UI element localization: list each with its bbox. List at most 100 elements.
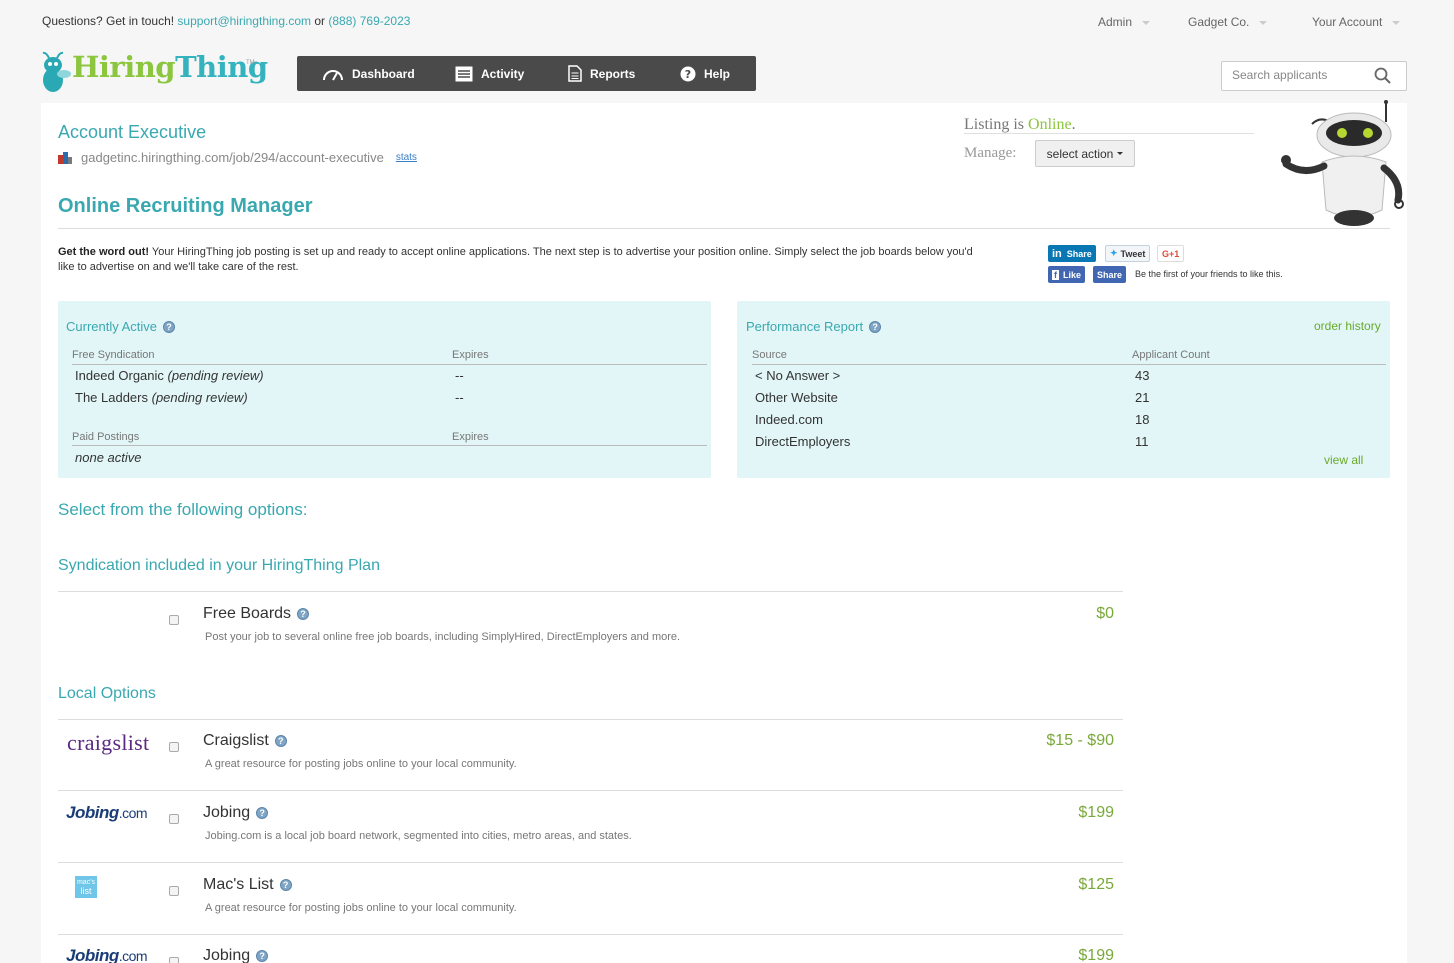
account-menu[interactable]: Your Account xyxy=(1312,15,1401,29)
nav-activity-label: Activity xyxy=(481,66,525,81)
jobing-logo-main: Jobing xyxy=(66,946,119,963)
linkedin-icon: in xyxy=(1052,247,1062,260)
help-icon: ? xyxy=(680,66,696,81)
section-divider xyxy=(58,719,1123,720)
help-icon[interactable]: ? xyxy=(256,807,269,819)
support-phone-link[interactable]: (888) 769-2023 xyxy=(328,14,410,28)
chevron-down-icon xyxy=(1142,20,1151,25)
help-icon[interactable]: ? xyxy=(297,608,310,620)
row-note: (pending review) xyxy=(167,368,264,383)
option-price: $15 - $90 xyxy=(1046,732,1114,749)
view-all-link[interactable]: view all xyxy=(1324,453,1363,467)
google-plus-button[interactable]: G+1 xyxy=(1157,245,1185,262)
row-expires: -- xyxy=(455,390,464,405)
admin-menu-label: Admin xyxy=(1098,15,1133,29)
options-title: Select from the following options: xyxy=(58,500,308,519)
paid-postings-header: Paid Postings xyxy=(72,431,140,443)
nav-help[interactable]: ? Help xyxy=(680,56,730,91)
building-icon xyxy=(58,151,72,164)
craigslist-name: Craigslist xyxy=(203,732,269,749)
bee-mascot-icon xyxy=(42,51,71,92)
logo-trademark: TM xyxy=(246,60,255,66)
jobing-checkbox[interactable] xyxy=(169,957,179,963)
nav-dashboard-label: Dashboard xyxy=(352,66,415,81)
contact-info: Questions? Get in touch! support@hiringt… xyxy=(42,14,410,28)
jobing-logo: Jobing.com xyxy=(66,946,148,963)
help-icon[interactable]: ? xyxy=(256,950,269,962)
order-history-link[interactable]: order history xyxy=(1314,319,1381,333)
twitter-icon: ✦ xyxy=(1110,248,1118,258)
intro-text: Get the word out! Your HiringThing job p… xyxy=(58,245,988,275)
intro-bold: Get the word out! xyxy=(58,246,150,258)
count-cell: 21 xyxy=(1135,390,1150,405)
company-menu[interactable]: Gadget Co. xyxy=(1188,15,1268,29)
facebook-share-button[interactable]: Share xyxy=(1093,266,1127,283)
help-icon[interactable]: ? xyxy=(279,879,292,891)
macs-list-checkbox[interactable] xyxy=(169,886,179,896)
option-name: Jobing? xyxy=(203,947,269,963)
facebook-like-label: Like xyxy=(1063,269,1082,280)
search-input[interactable] xyxy=(1232,68,1372,82)
chevron-down-icon xyxy=(1259,20,1268,25)
source-cell: Other Website xyxy=(755,390,838,405)
logo-thing: Thing xyxy=(175,50,268,84)
job-title[interactable]: Account Executive xyxy=(58,122,206,143)
search-icon[interactable] xyxy=(1374,67,1392,85)
option-desc: A great resource for posting jobs online… xyxy=(205,902,517,914)
orm-divider xyxy=(58,228,1390,229)
row-note: (pending review) xyxy=(151,390,248,405)
help-icon[interactable]: ? xyxy=(274,735,287,747)
account-menu-label: Your Account xyxy=(1312,15,1383,29)
contact-or: or xyxy=(314,14,326,28)
admin-menu[interactable]: Admin xyxy=(1098,15,1151,29)
jobing-checkbox[interactable] xyxy=(169,814,179,824)
nav-activity[interactable]: Activity xyxy=(455,56,524,91)
section-divider xyxy=(58,591,1123,592)
nav-reports[interactable]: Reports xyxy=(568,56,635,91)
linkedin-share-button[interactable]: in Share xyxy=(1048,245,1096,262)
applicant-count-header: Applicant Count xyxy=(1132,349,1210,361)
chevron-down-icon xyxy=(1392,20,1401,25)
manage-label: Manage: xyxy=(964,145,1017,161)
row-divider xyxy=(58,790,1123,791)
source-cell: Indeed.com xyxy=(755,412,823,427)
gauge-icon xyxy=(323,69,343,80)
option-name: Mac's List? xyxy=(203,876,292,894)
logo-hiring: Hiring xyxy=(72,50,176,84)
local-options-title: Local Options xyxy=(58,685,156,702)
tweet-button[interactable]: ✦ Tweet xyxy=(1105,245,1151,262)
option-desc: Post your job to several online free job… xyxy=(205,631,681,643)
paid-none-active: none active xyxy=(75,450,142,465)
table-row: Indeed Organic (pending review) xyxy=(75,368,264,383)
search-box xyxy=(1221,61,1407,91)
jobing-name: Jobing xyxy=(203,804,251,821)
job-url[interactable]: gadgetinc.hiringthing.com/job/294/accoun… xyxy=(81,150,384,165)
row-divider xyxy=(58,934,1123,935)
free-boards-checkbox[interactable] xyxy=(169,615,179,625)
source-cell: DirectEmployers xyxy=(755,434,851,449)
jobing-logo-com: .com xyxy=(118,948,148,963)
performance-report-title: Performance Report? xyxy=(746,319,882,334)
row-name: Indeed Organic xyxy=(75,368,164,383)
count-cell: 43 xyxy=(1135,368,1150,383)
listing-status: Listing is Online. xyxy=(964,116,1076,134)
svg-text:?: ? xyxy=(685,68,691,81)
robot-mascot-icon xyxy=(1281,100,1404,226)
row-divider xyxy=(58,862,1123,863)
list-icon xyxy=(455,66,473,81)
option-price: $125 xyxy=(1078,876,1114,893)
free-boards-name: Free Boards xyxy=(203,605,292,622)
support-email-link[interactable]: support@hiringthing.com xyxy=(177,14,311,28)
facebook-icon: f xyxy=(1052,269,1059,280)
facebook-note: Be the first of your friends to like thi… xyxy=(1135,269,1283,279)
nav-dashboard[interactable]: Dashboard xyxy=(322,56,415,91)
craigslist-checkbox[interactable] xyxy=(169,742,179,752)
document-icon xyxy=(568,65,582,82)
help-icon[interactable]: ? xyxy=(869,320,882,333)
hiringthing-logo[interactable]: HiringThing TM xyxy=(40,50,268,96)
select-action-dropdown[interactable]: select action xyxy=(1035,140,1135,167)
stats-link[interactable]: stats xyxy=(396,152,417,163)
help-icon[interactable]: ? xyxy=(163,320,176,333)
facebook-like-button[interactable]: f Like xyxy=(1048,266,1086,283)
currently-active-title-text: Currently Active xyxy=(66,319,158,334)
